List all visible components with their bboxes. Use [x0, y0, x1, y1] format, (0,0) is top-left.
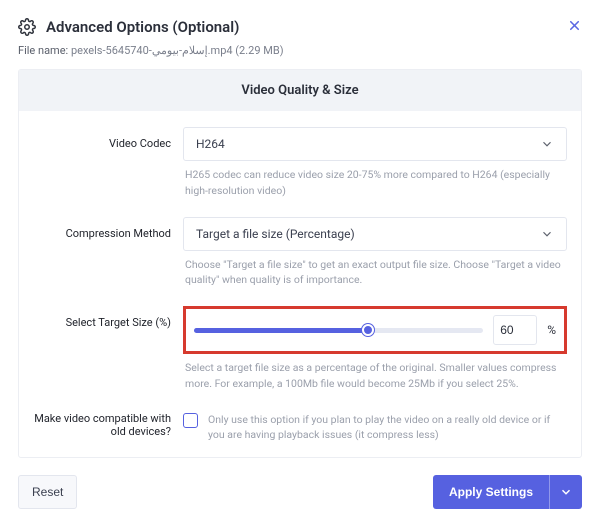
modal-header: Advanced Options (Optional)	[0, 0, 600, 44]
target-size-input[interactable]	[493, 315, 537, 345]
chevron-down-icon	[540, 137, 554, 151]
target-size-help: Select a target file size as a percentag…	[183, 354, 567, 402]
compression-method-select[interactable]: Target a file size (Percentage)	[183, 217, 567, 251]
reset-button[interactable]: Reset	[18, 475, 77, 509]
compression-method-value: Target a file size (Percentage)	[196, 227, 355, 241]
target-size-highlight: %	[183, 306, 567, 354]
file-name-line: File name: pexels-5645740-إسلام-بيومي.mp…	[0, 44, 600, 69]
panel-title: Video Quality & Size	[19, 70, 581, 111]
target-size-unit: %	[547, 323, 556, 337]
close-icon[interactable]	[567, 18, 582, 33]
file-name-label: File name:	[18, 44, 68, 57]
apply-settings-dropdown[interactable]	[549, 475, 582, 509]
target-size-slider[interactable]	[194, 320, 483, 340]
target-size-label: Select Target Size (%)	[33, 306, 183, 402]
apply-settings-button[interactable]: Apply Settings	[433, 475, 549, 509]
video-codec-value: H264	[196, 137, 225, 151]
modal-footer: Reset Apply Settings	[0, 459, 600, 527]
video-codec-help: H265 codec can reduce video size 20-75% …	[183, 161, 567, 209]
compression-method-label: Compression Method	[33, 217, 183, 299]
video-codec-label: Video Codec	[33, 127, 183, 209]
video-codec-select[interactable]: H264	[183, 127, 567, 161]
slider-thumb[interactable]	[362, 324, 374, 336]
compat-help: Only use this option if you plan to play…	[208, 412, 567, 444]
quality-panel: Video Quality & Size Video Codec H264 H2…	[18, 69, 582, 458]
compression-method-help: Choose "Target a file size" to get an ex…	[183, 251, 567, 299]
file-name-value: pexels-5645740-إسلام-بيومي.mp4 (2.29 MB)	[71, 44, 284, 57]
gear-icon	[18, 18, 36, 36]
modal-title: Advanced Options (Optional)	[46, 18, 239, 36]
compat-checkbox[interactable]	[183, 413, 198, 428]
compat-label: Make video compatible with old devices?	[33, 410, 183, 458]
chevron-down-icon	[540, 227, 554, 241]
